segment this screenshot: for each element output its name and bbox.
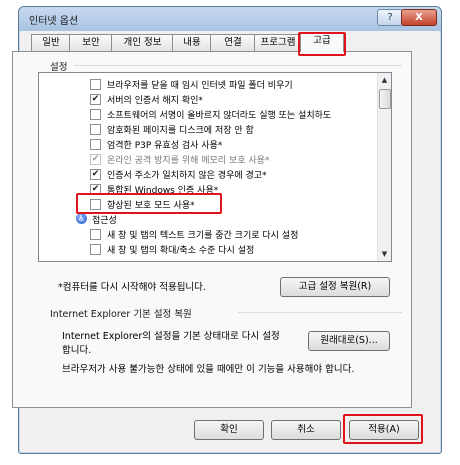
tab-privacy[interactable]: 개인 정보 bbox=[111, 34, 174, 51]
restart-note: *컴퓨터를 다시 시작해야 적용됩니다. bbox=[58, 282, 206, 293]
cancel-button[interactable]: 취소 bbox=[271, 420, 341, 440]
setting-label: 온라인 공격 방지를 위해 메모리 보호 사용* bbox=[107, 156, 270, 166]
setting-item[interactable]: ✔ 인증서 주소가 일치하지 않은 경우에 경고* bbox=[39, 167, 377, 182]
tab-connections[interactable]: 연결 bbox=[210, 34, 256, 51]
tab-security[interactable]: 보안 bbox=[69, 34, 113, 51]
setting-item[interactable]: 암호화된 페이지를 디스크에 저장 안 함 bbox=[39, 122, 377, 137]
setting-label: 새 창 및 탭의 확대/축소 수준 다시 설정 bbox=[107, 246, 255, 256]
setting-label: 브라우저를 닫을 때 임시 인터넷 파일 폴더 비우기 bbox=[107, 81, 293, 91]
reset-section-label: Internet Explorer 기본 설정 복원 bbox=[50, 309, 192, 320]
setting-item[interactable]: ✔ 통합된 Windows 인증 사용* bbox=[39, 182, 377, 197]
tab-general[interactable]: 일반 bbox=[31, 34, 71, 51]
reset-description-line1: Internet Explorer의 설정을 기본 상태대로 다시 설정 bbox=[62, 331, 280, 342]
setting-item[interactable]: 엄격한 P3P 유효성 검사 사용* bbox=[39, 137, 377, 152]
setting-label: 소프트웨어의 서명이 올바르지 않더라도 실행 또는 설치하도 bbox=[107, 111, 332, 121]
setting-item[interactable]: 새 창 및 탭의 확대/축소 수준 다시 설정 bbox=[39, 242, 377, 257]
setting-label: 암호화된 페이지를 디스크에 저장 안 함 bbox=[107, 126, 254, 136]
setting-label: 엄격한 P3P 유효성 검사 사용* bbox=[107, 141, 223, 151]
apply-button[interactable]: 적용(A) bbox=[349, 420, 419, 440]
category-accessibility: ♿ 접근성 bbox=[39, 212, 377, 227]
title-bar[interactable]: 인터넷 옵션 ? X bbox=[19, 7, 441, 31]
checkbox[interactable] bbox=[90, 79, 101, 90]
settings-listbox[interactable]: 브라우저를 닫을 때 임시 인터넷 파일 폴더 비우기 ✔ 서버의 인증서 해지… bbox=[38, 72, 392, 262]
setting-label: 통합된 Windows 인증 사용* bbox=[107, 186, 219, 196]
checkbox[interactable] bbox=[90, 229, 101, 240]
scroll-up-arrow-icon[interactable]: ▲ bbox=[379, 74, 390, 86]
scroll-thumb[interactable] bbox=[379, 89, 391, 109]
reset-description-line2: 합니다. bbox=[62, 345, 92, 356]
reset-warning: 브라우저가 사용 불가능한 상태에 있을 때에만 이 기능을 사용해야 합니다. bbox=[62, 364, 355, 375]
tab-content[interactable]: 내용 bbox=[172, 34, 212, 51]
checkbox[interactable]: ✔ bbox=[90, 184, 101, 195]
vertical-scrollbar[interactable]: ▲ ▼ bbox=[377, 73, 391, 261]
checkbox[interactable]: ✔ bbox=[90, 169, 101, 180]
window-title: 인터넷 옵션 bbox=[29, 16, 79, 27]
checkbox[interactable] bbox=[90, 199, 101, 210]
help-button[interactable]: ? bbox=[377, 9, 403, 26]
tab-programs[interactable]: 프로그램 bbox=[254, 34, 302, 51]
setting-item: ✔ 온라인 공격 방지를 위해 메모리 보호 사용* bbox=[39, 152, 377, 167]
scroll-down-arrow-icon[interactable]: ▼ bbox=[379, 248, 390, 260]
setting-item[interactable]: 브라우저를 닫을 때 임시 인터넷 파일 폴더 비우기 bbox=[39, 77, 377, 92]
checkbox[interactable] bbox=[90, 139, 101, 150]
reset-button[interactable]: 원래대로(S)... bbox=[308, 331, 390, 351]
setting-item-enhanced-protected-mode[interactable]: 향상된 보호 모드 사용* bbox=[39, 197, 377, 212]
setting-label: 서버의 인증서 해지 확인* bbox=[107, 96, 203, 106]
accessibility-icon: ♿ bbox=[76, 213, 87, 224]
checkbox[interactable] bbox=[90, 124, 101, 135]
settings-separator bbox=[74, 65, 402, 66]
tab-advanced[interactable]: 고급 bbox=[300, 32, 344, 52]
setting-label: 새 창 및 탭의 텍스트 크기를 중간 크기로 다시 설정 bbox=[107, 231, 299, 241]
checkbox-disabled: ✔ bbox=[90, 154, 101, 165]
ok-button[interactable]: 확인 bbox=[194, 420, 264, 440]
setting-item[interactable]: 소프트웨어의 서명이 올바르지 않더라도 실행 또는 설치하도 bbox=[39, 107, 377, 122]
setting-item[interactable]: ✔ 서버의 인증서 해지 확인* bbox=[39, 92, 377, 107]
setting-label: 인증서 주소가 일치하지 않은 경우에 경고* bbox=[107, 171, 267, 181]
checkbox[interactable]: ✔ bbox=[90, 94, 101, 105]
setting-label: 향상된 보호 모드 사용* bbox=[107, 201, 195, 211]
close-button[interactable]: X bbox=[401, 9, 437, 26]
checkbox[interactable] bbox=[90, 244, 101, 255]
category-label: 접근성 bbox=[92, 216, 117, 226]
restore-advanced-settings-button[interactable]: 고급 설정 복원(R) bbox=[280, 277, 390, 297]
settings-group-label: 설정 bbox=[50, 62, 68, 73]
setting-item[interactable]: 새 창 및 탭의 텍스트 크기를 중간 크기로 다시 설정 bbox=[39, 227, 377, 242]
checkbox[interactable] bbox=[90, 109, 101, 120]
reset-separator bbox=[238, 312, 402, 313]
